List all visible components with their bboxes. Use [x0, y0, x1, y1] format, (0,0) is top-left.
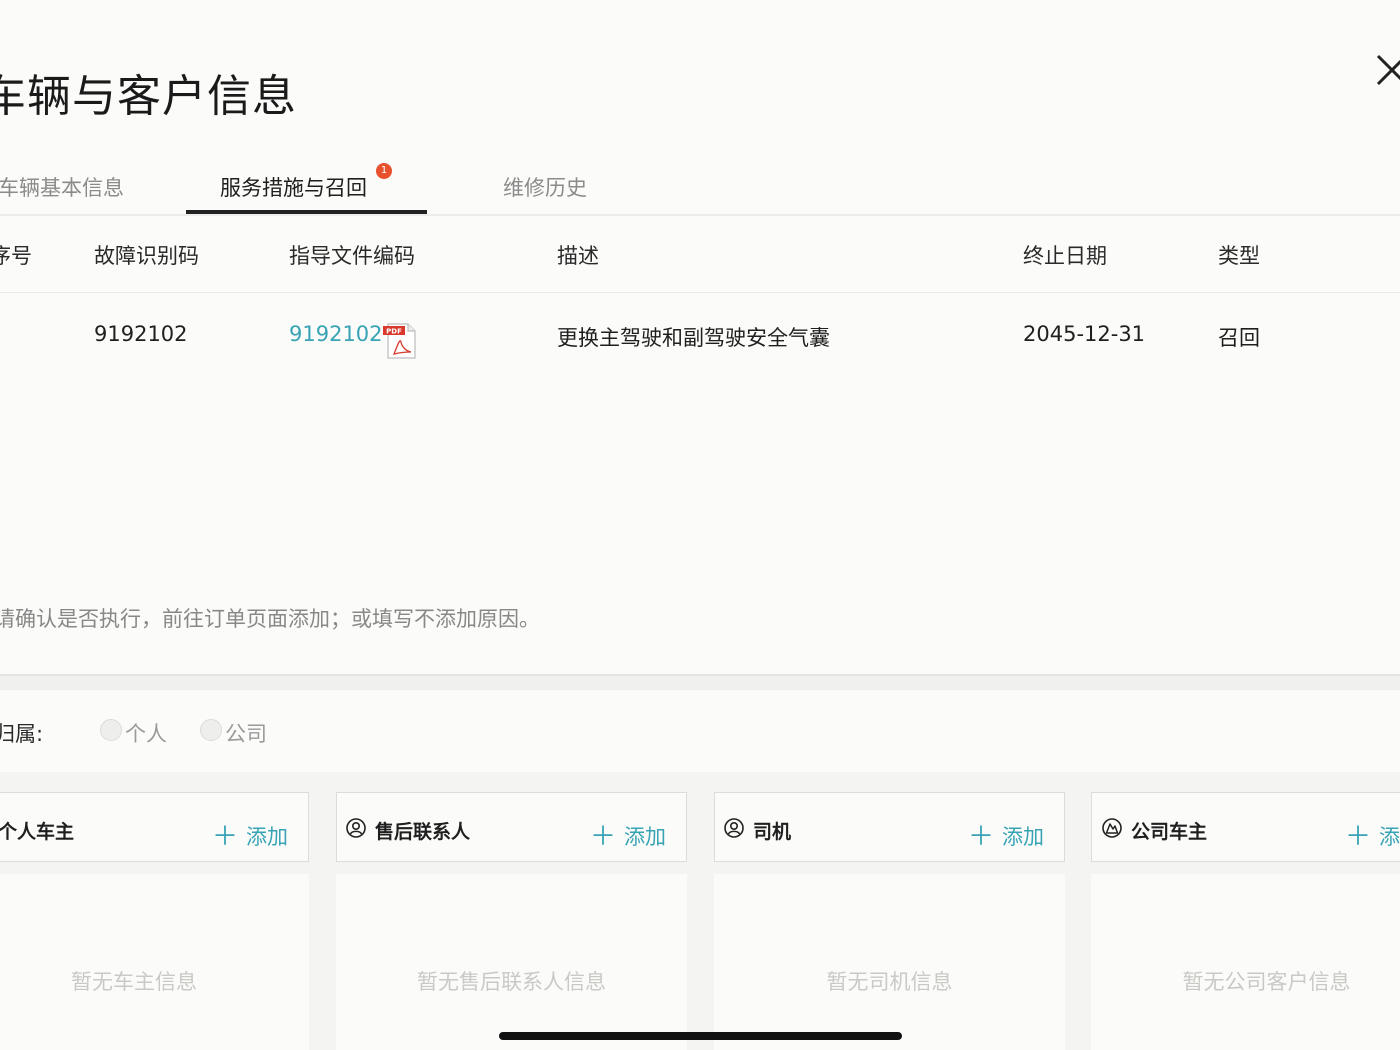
add-personal-owner-button[interactable]: ＋添加 — [212, 815, 288, 852]
tab-divider — [0, 214, 1400, 216]
empty-driver: 暂无司机信息 — [826, 970, 953, 994]
ownership-label: 归属: — [0, 722, 44, 746]
radio-personal[interactable] — [100, 719, 122, 741]
column-header-description: 描述 — [557, 244, 599, 268]
add-after-sales-contact-button[interactable]: ＋添加 — [590, 815, 666, 852]
tab-service-measures-recall[interactable]: 服务措施与召回 — [220, 172, 367, 202]
card-title-after-sales-contact: 售后联系人 — [375, 821, 471, 843]
column-header-fault-code: 故障识别码 — [94, 244, 199, 268]
radio-company-label[interactable]: 公司 — [225, 718, 267, 748]
plus-icon: ＋ — [968, 822, 995, 852]
tab-vehicle-basic-info[interactable]: 车辆基本信息 — [0, 172, 124, 202]
card-company-owner-body — [1091, 874, 1400, 1050]
card-title-driver: 司机 — [753, 821, 792, 843]
empty-personal-owner: 暂无车主信息 — [71, 970, 197, 994]
section-separator — [0, 674, 1400, 690]
card-title-personal-owner: 个人车主 — [0, 821, 75, 843]
page-title: 车辆与客户信息 — [0, 71, 297, 122]
cell-end-date: 2045-12-31 — [1023, 322, 1146, 346]
column-header-index: 序号 — [0, 244, 32, 268]
card-personal-owner-body — [0, 874, 309, 1050]
svg-text:PDF: PDF — [386, 328, 402, 336]
column-header-end-date: 终止日期 — [1023, 244, 1107, 268]
close-button[interactable] — [1370, 48, 1400, 92]
plus-icon: ＋ — [590, 822, 617, 852]
cell-doc-code-link[interactable]: 9192102 — [289, 322, 383, 346]
column-header-doc-code: 指导文件编码 — [289, 244, 415, 268]
empty-after-sales-contact: 暂无售后联系人信息 — [417, 970, 606, 994]
notice-text: 请确认是否执行，前往订单页面添加；或填写不添加原因。 — [0, 607, 540, 631]
section-separator-line — [0, 674, 1400, 676]
home-indicator[interactable] — [499, 1032, 902, 1040]
header-divider — [0, 292, 1400, 293]
plus-icon: ＋ — [1345, 822, 1372, 852]
tab-repair-history[interactable]: 维修历史 — [503, 172, 587, 202]
radio-company[interactable] — [200, 719, 222, 741]
card-driver-body — [714, 874, 1065, 1050]
company-icon — [1102, 818, 1122, 838]
card-after-sales-contact-body — [336, 874, 687, 1050]
tab-badge: 1 — [376, 163, 392, 179]
cell-fault-code: 9192102 — [94, 322, 188, 346]
plus-icon: ＋ — [212, 822, 239, 852]
empty-company-owner: 暂无公司客户信息 — [1182, 970, 1351, 994]
person-icon — [724, 818, 744, 838]
column-header-type: 类型 — [1218, 244, 1260, 268]
add-driver-button[interactable]: ＋添加 — [968, 815, 1044, 852]
pdf-icon[interactable]: PDF — [382, 322, 418, 360]
cell-type: 召回 — [1218, 326, 1260, 350]
card-title-company-owner: 公司车主 — [1131, 821, 1208, 843]
add-company-owner-button[interactable]: ＋添 — [1345, 815, 1400, 852]
cell-description: 更换主驾驶和副驾驶安全气囊 — [557, 326, 830, 350]
close-icon — [1376, 54, 1400, 86]
person-icon — [346, 818, 366, 838]
radio-personal-label[interactable]: 个人 — [125, 718, 167, 748]
